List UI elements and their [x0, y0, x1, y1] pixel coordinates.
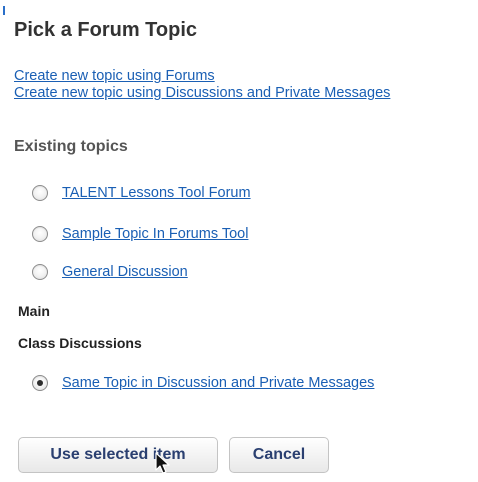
topic-link-same-topic[interactable]: Same Topic in Discussion and Private Mes…: [62, 375, 374, 391]
use-selected-item-button[interactable]: Use selected item: [18, 437, 218, 473]
topic-radio-general[interactable]: [32, 264, 48, 280]
topic-option-talent[interactable]: TALENT Lessons Tool Forum: [32, 185, 251, 201]
page-title: Pick a Forum Topic: [14, 19, 197, 41]
cancel-button[interactable]: Cancel: [229, 437, 329, 473]
text-cursor-mark: [3, 6, 5, 15]
topic-option-same-topic[interactable]: Same Topic in Discussion and Private Mes…: [32, 375, 374, 391]
group-main-label: Main: [18, 303, 50, 319]
topic-option-sample[interactable]: Sample Topic In Forums Tool: [32, 226, 248, 242]
topic-radio-same-topic[interactable]: [32, 375, 48, 391]
topic-link-general[interactable]: General Discussion: [62, 264, 188, 280]
create-topic-discussions-link[interactable]: Create new topic using Discussions and P…: [14, 85, 390, 101]
topic-radio-sample[interactable]: [32, 226, 48, 242]
topic-radio-talent[interactable]: [32, 185, 48, 201]
topic-link-talent[interactable]: TALENT Lessons Tool Forum: [62, 185, 251, 201]
existing-topics-heading: Existing topics: [14, 138, 128, 155]
topic-option-general[interactable]: General Discussion: [32, 264, 188, 280]
mouse-pointer-icon: [155, 452, 170, 474]
topic-link-sample[interactable]: Sample Topic In Forums Tool: [62, 226, 248, 242]
group-class-discussions-label: Class Discussions: [18, 335, 142, 351]
create-topic-forums-link[interactable]: Create new topic using Forums: [14, 68, 215, 84]
